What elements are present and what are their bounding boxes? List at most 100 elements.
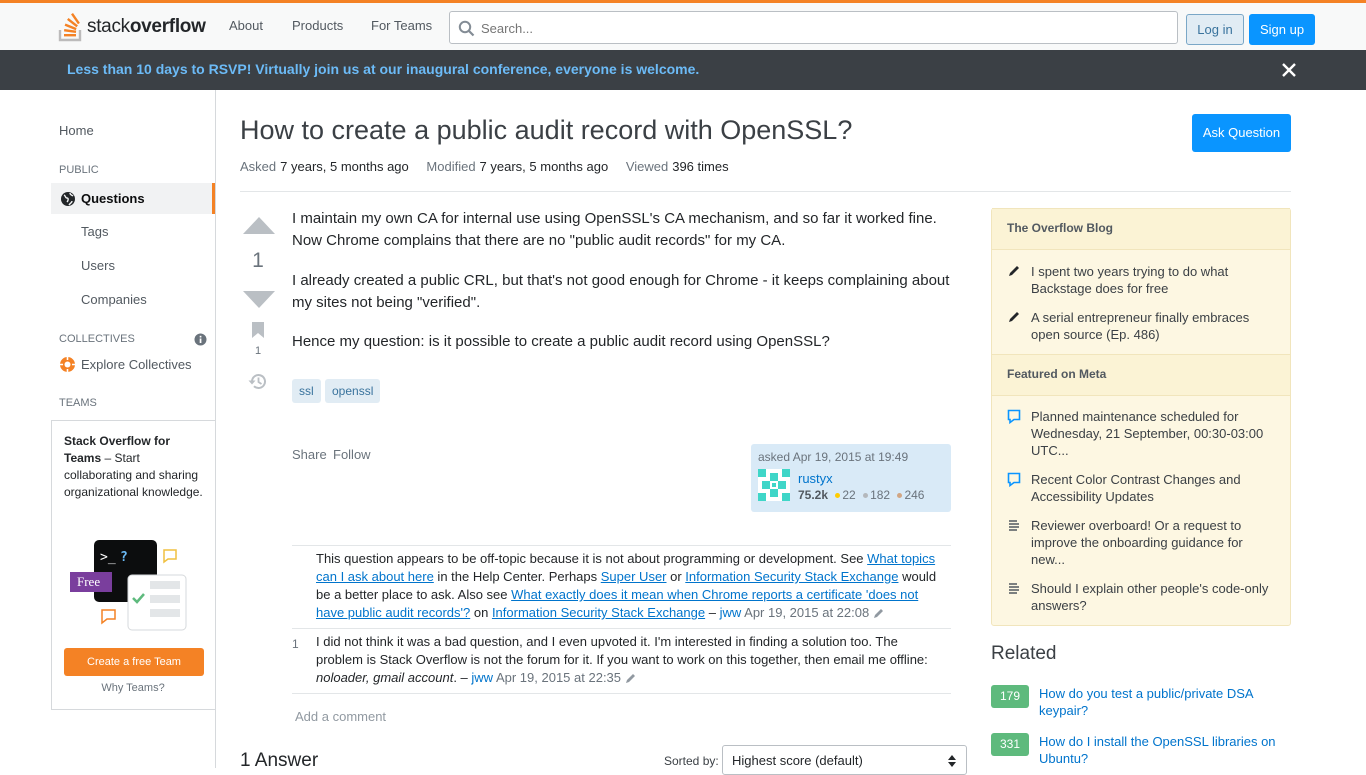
comment-date[interactable]: Apr 19, 2015 at 22:08 (744, 605, 869, 620)
question-paragraph: I maintain my own CA for internal use us… (292, 210, 937, 249)
asked-timestamp[interactable]: asked Apr 19, 2015 at 19:49 (758, 450, 908, 464)
sort-label: Sorted by: (664, 754, 719, 768)
banner-message[interactable]: Less than 10 days to RSVP! Virtually joi… (67, 61, 699, 77)
sidebar-item-users[interactable]: Users (81, 258, 115, 273)
teams-promo: Stack Overflow for Teams – Start collabo… (51, 420, 215, 710)
sidebar-item-explore-collectives[interactable]: Explore Collectives (81, 357, 192, 372)
comment-text: on (470, 605, 492, 620)
info-icon[interactable] (194, 333, 207, 346)
svg-text:?: ? (120, 550, 128, 565)
sidebar-heading-public: PUBLIC (59, 164, 99, 176)
comment: This question appears to be off-topic be… (292, 546, 951, 629)
meta-item[interactable]: Should I explain other people's code-onl… (1007, 580, 1277, 614)
upvote-icon[interactable] (242, 216, 276, 236)
bronze-badge-icon (897, 492, 903, 498)
top-bar: stackoverflow About Products For Teams L… (0, 0, 1366, 50)
viewed-value: 396 times (672, 159, 729, 174)
stack-exchange-icon (1009, 520, 1019, 531)
sidebar-item-tags[interactable]: Tags (81, 224, 108, 239)
stack-exchange-icon (1009, 583, 1019, 594)
add-comment-link[interactable]: Add a comment (295, 709, 386, 724)
sidebar-item-questions-label: Questions (81, 191, 145, 206)
related-link[interactable]: How do I install the OpenSSL libraries o… (1039, 733, 1289, 767)
chat-bubble-icon (1007, 409, 1021, 424)
free-badge: Free (77, 574, 101, 589)
nav-products[interactable]: Products (292, 18, 343, 33)
overflow-blog-heading: The Overflow Blog (992, 208, 1290, 250)
tag-openssl[interactable]: openssl (325, 379, 381, 403)
comment-text: I did not think it was a bad question, a… (316, 634, 928, 667)
user-name[interactable]: rustyx (798, 471, 833, 486)
sort-select[interactable]: Highest score (default) (722, 745, 967, 775)
comment-date[interactable]: Apr 19, 2015 at 22:35 (496, 670, 621, 685)
comment-link[interactable]: Super User (601, 569, 667, 584)
pencil-icon (1009, 266, 1019, 276)
divider (240, 191, 1291, 192)
downvote-icon[interactable] (242, 289, 276, 309)
create-free-team-button[interactable]: Create a free Team (64, 648, 204, 676)
meta-item-title: Recent Color Contrast Changes and Access… (1031, 472, 1241, 504)
search-input[interactable] (481, 18, 1161, 38)
chat-bubble-icon (1007, 472, 1021, 487)
announcement-banner: Less than 10 days to RSVP! Virtually joi… (0, 50, 1366, 90)
comment-user[interactable]: jww (471, 670, 493, 685)
meta-item-title: Should I explain other people's code-onl… (1031, 581, 1269, 613)
comment-text: This question appears to be off-topic be… (316, 551, 868, 566)
meta-item-title: Planned maintenance scheduled for Wednes… (1031, 409, 1264, 458)
globe-icon (61, 192, 75, 206)
comment-link[interactable]: Information Security Stack Exchange (492, 605, 705, 620)
sidebar-item-questions[interactable]: Questions (51, 183, 215, 214)
history-icon[interactable] (248, 372, 268, 391)
asked-label: Asked (240, 159, 277, 174)
meta-item-title: Reviewer overboard! Or a request to impr… (1031, 518, 1243, 567)
comment: 1 I did not think it was a bad question,… (292, 629, 951, 694)
comment-user[interactable]: jww (720, 605, 742, 620)
asker-card: asked Apr 19, 2015 at 19:49 rustyx 75.2k… (751, 444, 951, 512)
question-title[interactable]: How to create a public audit record with… (240, 115, 852, 146)
comment-link[interactable]: Information Security Stack Exchange (685, 569, 898, 584)
related-score: 179 (991, 685, 1029, 708)
search-box[interactable] (449, 11, 1178, 44)
comment-emphasis: noloader, gmail account (316, 670, 454, 685)
nav-about[interactable]: About (229, 18, 263, 33)
bronze-badge-count: 246 (904, 488, 925, 502)
featured-meta-heading: Featured on Meta (992, 354, 1290, 396)
sidebar-item-companies[interactable]: Companies (81, 292, 147, 307)
follow-link[interactable]: Follow (333, 447, 371, 462)
tag-ssl[interactable]: ssl (292, 379, 321, 403)
edit-pencil-icon (873, 609, 883, 619)
edit-pencil-icon (625, 674, 635, 684)
svg-text:>_: >_ (100, 550, 116, 565)
gold-badge-icon (835, 492, 841, 498)
meta-item[interactable]: Reviewer overboard! Or a request to impr… (1007, 517, 1277, 568)
comment-score: 1 (292, 637, 299, 651)
bookmark-icon[interactable] (251, 321, 265, 339)
login-button[interactable]: Log in (1186, 14, 1244, 45)
modified-value[interactable]: 7 years, 5 months ago (480, 159, 609, 174)
ask-question-button[interactable]: Ask Question (1192, 114, 1291, 152)
blog-item[interactable]: A serial entrepreneur finally embraces o… (1007, 309, 1277, 343)
related-link[interactable]: How do you test a public/private DSA key… (1039, 685, 1289, 719)
answers-count: 1 Answer (240, 750, 319, 771)
blog-item[interactable]: I spent two years trying to do what Back… (1007, 263, 1277, 297)
comment-text: – (705, 605, 720, 620)
close-icon[interactable] (1281, 62, 1297, 78)
blog-item-title: I spent two years trying to do what Back… (1031, 264, 1229, 296)
modified-label: Modified (426, 159, 476, 174)
nav-for-teams[interactable]: For Teams (371, 18, 432, 33)
avatar[interactable] (758, 469, 790, 501)
meta-item[interactable]: Planned maintenance scheduled for Wednes… (1007, 408, 1277, 459)
sidebar-heading-collectives: COLLECTIVES (59, 333, 135, 345)
silver-badge-icon (863, 492, 869, 498)
related-heading: Related (991, 643, 1057, 664)
reputation-score: 75.2k (798, 488, 829, 502)
viewed-label: Viewed (625, 159, 669, 174)
sidebar-heading-teams: TEAMS (59, 397, 97, 409)
why-teams-link[interactable]: Why Teams? (52, 682, 214, 694)
user-reputation: 75.2k 22 182 246 (798, 488, 924, 502)
sidebar-item-home[interactable]: Home (59, 123, 94, 138)
meta-item[interactable]: Recent Color Contrast Changes and Access… (1007, 471, 1277, 505)
stackoverflow-logo[interactable]: stackoverflow (58, 11, 206, 43)
signup-button[interactable]: Sign up (1249, 14, 1315, 45)
share-link[interactable]: Share (292, 447, 327, 462)
